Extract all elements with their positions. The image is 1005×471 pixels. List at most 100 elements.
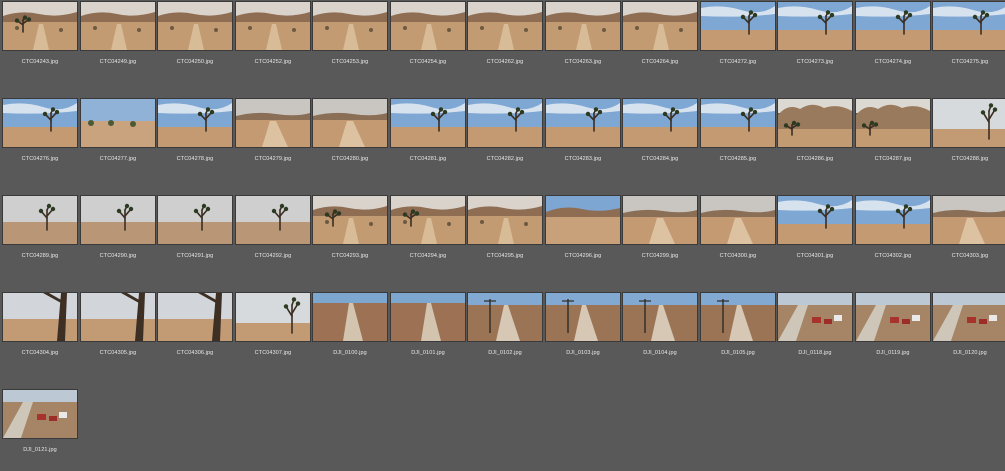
thumbnail-item[interactable]: CTC04262.jpg	[467, 1, 543, 83]
thumbnail-item[interactable]: CTC04287.jpg	[855, 98, 931, 180]
thumbnail-item[interactable]: DJI_0121.jpg	[2, 389, 78, 471]
thumbnail-image[interactable]	[700, 292, 776, 342]
thumbnail-item[interactable]: DJI_0100.jpg	[312, 292, 388, 374]
thumbnail-item[interactable]: DJI_0102.jpg	[467, 292, 543, 374]
thumbnail-item[interactable]: CTC04274.jpg	[855, 1, 931, 83]
thumbnail-image[interactable]	[932, 195, 1005, 245]
thumbnail-image[interactable]	[467, 1, 543, 51]
thumbnail-item[interactable]: CTC04296.jpg	[545, 195, 621, 277]
thumbnail-item[interactable]: DJI_0105.jpg	[700, 292, 776, 374]
thumbnail-item[interactable]: CTC04302.jpg	[855, 195, 931, 277]
thumbnail-item[interactable]: CTC04291.jpg	[157, 195, 233, 277]
thumbnail-image[interactable]	[2, 1, 78, 51]
thumbnail-item[interactable]: CTC04289.jpg	[2, 195, 78, 277]
thumbnail-image[interactable]	[855, 1, 931, 51]
thumbnail-image[interactable]	[777, 292, 853, 342]
thumbnail-image[interactable]	[312, 195, 388, 245]
thumbnail-image[interactable]	[312, 292, 388, 342]
thumbnail-image[interactable]	[2, 98, 78, 148]
thumbnail-image[interactable]	[2, 292, 78, 342]
thumbnail-item[interactable]: CTC04305.jpg	[80, 292, 156, 374]
thumbnail-item[interactable]: CTC04273.jpg	[777, 1, 853, 83]
thumbnail-item[interactable]: CTC04276.jpg	[2, 98, 78, 180]
thumbnail-item[interactable]: CTC04286.jpg	[777, 98, 853, 180]
thumbnail-item[interactable]: CTC04278.jpg	[157, 98, 233, 180]
thumbnail-item[interactable]: DJI_0101.jpg	[390, 292, 466, 374]
thumbnail-item[interactable]: CTC04282.jpg	[467, 98, 543, 180]
thumbnail-image[interactable]	[777, 1, 853, 51]
thumbnail-item[interactable]: CTC04254.jpg	[390, 1, 466, 83]
thumbnail-item[interactable]: CTC04307.jpg	[235, 292, 311, 374]
thumbnail-image[interactable]	[545, 195, 621, 245]
thumbnail-image[interactable]	[157, 98, 233, 148]
thumbnail-item[interactable]: CTC04293.jpg	[312, 195, 388, 277]
thumbnail-image[interactable]	[235, 1, 311, 51]
thumbnail-item[interactable]: CTC04252.jpg	[235, 1, 311, 83]
thumbnail-item[interactable]: CTC04250.jpg	[157, 1, 233, 83]
thumbnail-image[interactable]	[622, 98, 698, 148]
thumbnail-item[interactable]: CTC04279.jpg	[235, 98, 311, 180]
thumbnail-item[interactable]: CTC04285.jpg	[700, 98, 776, 180]
thumbnail-image[interactable]	[235, 195, 311, 245]
thumbnail-image[interactable]	[235, 292, 311, 342]
thumbnail-item[interactable]: CTC04263.jpg	[545, 1, 621, 83]
thumbnail-item[interactable]: CTC04301.jpg	[777, 195, 853, 277]
thumbnail-image[interactable]	[855, 98, 931, 148]
thumbnail-image[interactable]	[312, 1, 388, 51]
thumbnail-image[interactable]	[932, 292, 1005, 342]
thumbnail-item[interactable]: CTC04284.jpg	[622, 98, 698, 180]
thumbnail-image[interactable]	[545, 1, 621, 51]
thumbnail-item[interactable]: CTC04283.jpg	[545, 98, 621, 180]
thumbnail-image[interactable]	[545, 98, 621, 148]
thumbnail-item[interactable]: CTC04304.jpg	[2, 292, 78, 374]
thumbnail-image[interactable]	[700, 98, 776, 148]
thumbnail-item[interactable]: CTC04295.jpg	[467, 195, 543, 277]
thumbnail-image[interactable]	[932, 1, 1005, 51]
thumbnail-image[interactable]	[467, 195, 543, 245]
thumbnail-image[interactable]	[2, 389, 78, 439]
thumbnail-image[interactable]	[467, 292, 543, 342]
thumbnail-item[interactable]: DJI_0119.jpg	[855, 292, 931, 374]
thumbnail-item[interactable]: CTC04294.jpg	[390, 195, 466, 277]
thumbnail-image[interactable]	[545, 292, 621, 342]
thumbnail-image[interactable]	[467, 98, 543, 148]
thumbnail-item[interactable]: CTC04300.jpg	[700, 195, 776, 277]
thumbnail-image[interactable]	[2, 195, 78, 245]
thumbnail-image[interactable]	[855, 195, 931, 245]
thumbnail-image[interactable]	[390, 195, 466, 245]
thumbnail-image[interactable]	[312, 98, 388, 148]
thumbnail-image[interactable]	[80, 1, 156, 51]
thumbnail-image[interactable]	[622, 292, 698, 342]
thumbnail-item[interactable]: DJI_0103.jpg	[545, 292, 621, 374]
thumbnail-item[interactable]: CTC04272.jpg	[700, 1, 776, 83]
thumbnail-image[interactable]	[80, 292, 156, 342]
thumbnail-image[interactable]	[700, 1, 776, 51]
thumbnail-item[interactable]: CTC04264.jpg	[622, 1, 698, 83]
thumbnail-image[interactable]	[700, 195, 776, 245]
thumbnail-item[interactable]: CTC04243.jpg	[2, 1, 78, 83]
thumbnail-item[interactable]: CTC04303.jpg	[932, 195, 1005, 277]
thumbnail-image[interactable]	[777, 195, 853, 245]
thumbnail-image[interactable]	[80, 98, 156, 148]
thumbnail-item[interactable]: CTC04288.jpg	[932, 98, 1005, 180]
thumbnail-item[interactable]: CTC04306.jpg	[157, 292, 233, 374]
thumbnail-image[interactable]	[235, 98, 311, 148]
thumbnail-item[interactable]: CTC04275.jpg	[932, 1, 1005, 83]
thumbnail-image[interactable]	[777, 98, 853, 148]
thumbnail-image[interactable]	[855, 292, 931, 342]
thumbnail-item[interactable]: DJI_0104.jpg	[622, 292, 698, 374]
thumbnail-item[interactable]: CTC04299.jpg	[622, 195, 698, 277]
thumbnail-image[interactable]	[390, 98, 466, 148]
thumbnail-item[interactable]: DJI_0120.jpg	[932, 292, 1005, 374]
thumbnail-image[interactable]	[932, 98, 1005, 148]
thumbnail-item[interactable]: CTC04292.jpg	[235, 195, 311, 277]
thumbnail-image[interactable]	[622, 1, 698, 51]
thumbnail-image[interactable]	[157, 292, 233, 342]
thumbnail-image[interactable]	[390, 1, 466, 51]
thumbnail-image[interactable]	[157, 195, 233, 245]
thumbnail-item[interactable]: CTC04253.jpg	[312, 1, 388, 83]
thumbnail-item[interactable]: CTC04249.jpg	[80, 1, 156, 83]
thumbnail-image[interactable]	[80, 195, 156, 245]
thumbnail-item[interactable]: CTC04281.jpg	[390, 98, 466, 180]
thumbnail-image[interactable]	[390, 292, 466, 342]
